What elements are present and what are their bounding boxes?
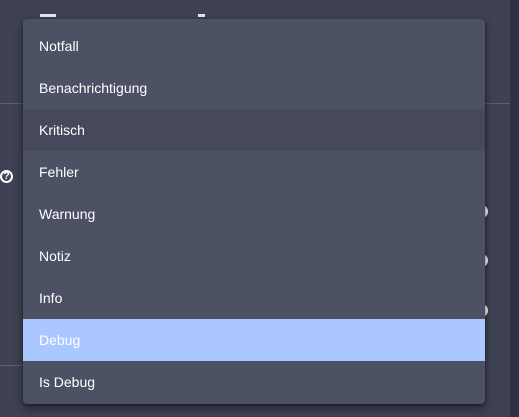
scrollbar-track[interactable] [510,0,519,417]
background-label-fragment [198,14,205,17]
question-circle-icon[interactable]: ? [0,166,14,183]
menu-item-kritisch[interactable]: Kritisch [23,109,485,151]
menu-item-fehler[interactable]: Fehler [23,151,485,193]
menu-item-debug[interactable]: Debug [23,319,485,361]
menu-item-info[interactable]: Info [23,277,485,319]
log-level-dropdown-menu: Notfall Benachrichtigung Kritisch Fehler… [23,19,485,404]
menu-item-warnung[interactable]: Warnung [23,193,485,235]
menu-item-benachrichtigung[interactable]: Benachrichtigung [23,67,485,109]
menu-item-notiz[interactable]: Notiz [23,235,485,277]
menu-item-is-debug[interactable]: Is Debug [23,361,485,403]
background-divider [485,103,510,104]
background-divider [0,365,23,366]
background-divider [0,103,23,104]
background-label-fragment [40,14,56,17]
menu-item-notfall[interactable]: Notfall [23,25,485,67]
